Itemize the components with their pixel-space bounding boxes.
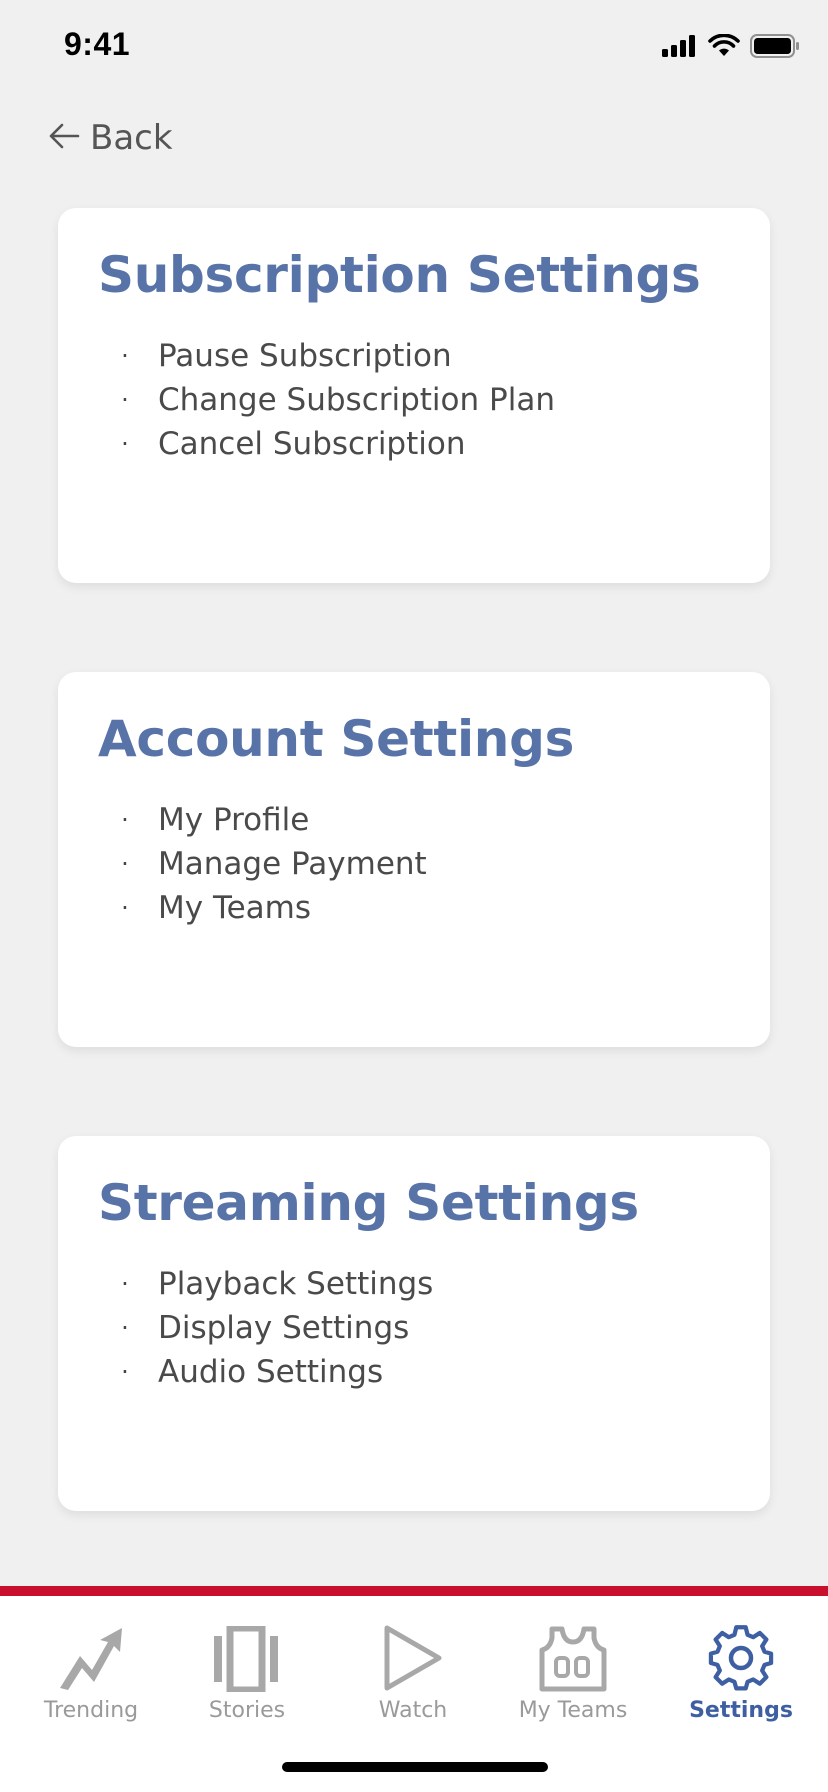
bullet: · bbox=[121, 850, 129, 878]
tab-settings[interactable]: Settings bbox=[666, 1618, 816, 1723]
tabbar-accent-line bbox=[0, 1586, 828, 1596]
subscription-settings-card: Subscription Settings · Pause Subscriptio… bbox=[58, 208, 770, 583]
jersey-icon bbox=[538, 1618, 608, 1692]
tab-stories[interactable]: Stories bbox=[172, 1618, 322, 1723]
status-time: 9:41 bbox=[64, 26, 131, 62]
list-item-pause-subscription[interactable]: · Pause Subscription bbox=[114, 334, 555, 378]
card-title: Account Settings bbox=[98, 710, 575, 768]
bullet: · bbox=[121, 430, 129, 458]
tab-label: Trending bbox=[43, 1698, 139, 1723]
list-item-label: Pause Subscription bbox=[158, 338, 452, 374]
tab-trending[interactable]: Trending bbox=[16, 1618, 166, 1723]
card-title: Subscription Settings bbox=[98, 246, 701, 304]
battery-icon bbox=[750, 34, 800, 62]
settings-list: · My Profile · Manage Payment · My Teams bbox=[114, 798, 427, 930]
bullet: · bbox=[121, 1314, 129, 1342]
list-item-label: My Teams bbox=[158, 890, 312, 926]
status-icons bbox=[662, 33, 800, 62]
tab-my-teams[interactable]: My Teams bbox=[498, 1618, 648, 1723]
trending-icon bbox=[56, 1618, 126, 1692]
list-item-my-profile[interactable]: · My Profile bbox=[114, 798, 427, 842]
stories-icon bbox=[212, 1618, 282, 1692]
tab-watch[interactable]: Watch bbox=[338, 1618, 488, 1723]
wifi-icon bbox=[708, 33, 740, 62]
card-title: Streaming Settings bbox=[98, 1174, 639, 1232]
cellular-signal-icon bbox=[662, 35, 698, 61]
list-item-label: Playback Settings bbox=[158, 1266, 434, 1302]
list-item-playback-settings[interactable]: · Playback Settings bbox=[114, 1262, 433, 1306]
back-button[interactable]: Back bbox=[48, 118, 173, 158]
streaming-settings-card: Streaming Settings · Playback Settings · D… bbox=[58, 1136, 770, 1511]
list-item-label: Display Settings bbox=[158, 1310, 410, 1346]
status-bar: 9:41 bbox=[0, 0, 828, 90]
tab-label: Watch bbox=[378, 1698, 448, 1723]
arrow-left-icon bbox=[48, 122, 80, 154]
bullet: · bbox=[121, 1270, 129, 1298]
bullet: · bbox=[121, 806, 129, 834]
bullet: · bbox=[121, 342, 129, 370]
tab-label: My Teams bbox=[518, 1698, 628, 1723]
list-item-label: Cancel Subscription bbox=[158, 426, 466, 462]
list-item-display-settings[interactable]: · Display Settings bbox=[114, 1306, 433, 1350]
account-settings-card: Account Settings · My Profile · Manage Pay… bbox=[58, 672, 770, 1047]
settings-list: · Playback Settings · Display Settings · Au… bbox=[114, 1262, 433, 1394]
list-item-label: Audio Settings bbox=[158, 1354, 384, 1390]
list-item-cancel-subscription[interactable]: · Cancel Subscription bbox=[114, 422, 555, 466]
home-indicator bbox=[282, 1762, 548, 1772]
bullet: · bbox=[121, 1358, 129, 1386]
play-icon bbox=[381, 1618, 445, 1692]
list-item-label: My Profile bbox=[158, 802, 310, 838]
list-item-manage-payment[interactable]: · Manage Payment bbox=[114, 842, 427, 886]
back-label: Back bbox=[90, 118, 173, 158]
list-item-label: Change Subscription Plan bbox=[158, 382, 555, 418]
list-item-label: Manage Payment bbox=[158, 846, 427, 882]
tab-label: Stories bbox=[208, 1698, 286, 1723]
bullet: · bbox=[121, 894, 129, 922]
tab-label: Settings bbox=[689, 1698, 793, 1723]
gear-icon bbox=[707, 1618, 775, 1692]
list-item-my-teams[interactable]: · My Teams bbox=[114, 886, 427, 930]
list-item-change-subscription-plan[interactable]: · Change Subscription Plan bbox=[114, 378, 555, 422]
settings-list: · Pause Subscription · Change Subscription… bbox=[114, 334, 555, 466]
list-item-audio-settings[interactable]: · Audio Settings bbox=[114, 1350, 433, 1394]
bullet: · bbox=[121, 386, 129, 414]
